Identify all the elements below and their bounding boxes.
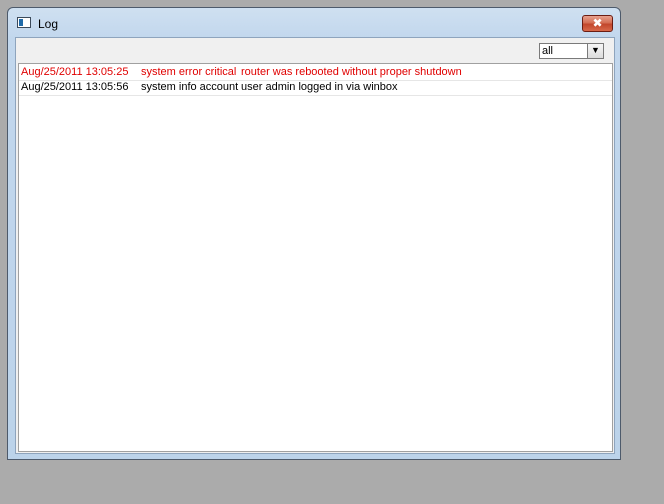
- close-button[interactable]: ✖: [582, 15, 613, 32]
- dropdown-arrow-icon[interactable]: ▼: [587, 44, 603, 58]
- log-row[interactable]: Aug/25/2011 13:05:25 system error critic…: [19, 65, 612, 81]
- log-list[interactable]: Aug/25/2011 13:05:25 system error critic…: [18, 63, 613, 452]
- log-filter-value: all: [542, 45, 554, 57]
- title-bar[interactable]: Log ✖: [8, 8, 620, 38]
- log-message: router was rebooted without proper shutd…: [241, 66, 462, 78]
- log-window: Log ✖ all ▼ Aug/25/2011 13:05:25 system …: [7, 7, 621, 460]
- log-time: Aug/25/2011 13:05:25: [21, 66, 129, 78]
- log-topics: system error critical: [141, 66, 237, 78]
- log-message: user admin logged in via winbox: [241, 81, 398, 93]
- log-client-area: all ▼ Aug/25/2011 13:05:25 system error …: [15, 37, 615, 454]
- window-title: Log: [38, 17, 59, 31]
- log-row[interactable]: Aug/25/2011 13:05:56 system info account…: [19, 80, 612, 96]
- log-filter-select[interactable]: all ▼: [539, 43, 604, 59]
- log-topics: system info account: [141, 81, 239, 93]
- window-icon: [17, 17, 31, 28]
- log-time: Aug/25/2011 13:05:56: [21, 81, 129, 93]
